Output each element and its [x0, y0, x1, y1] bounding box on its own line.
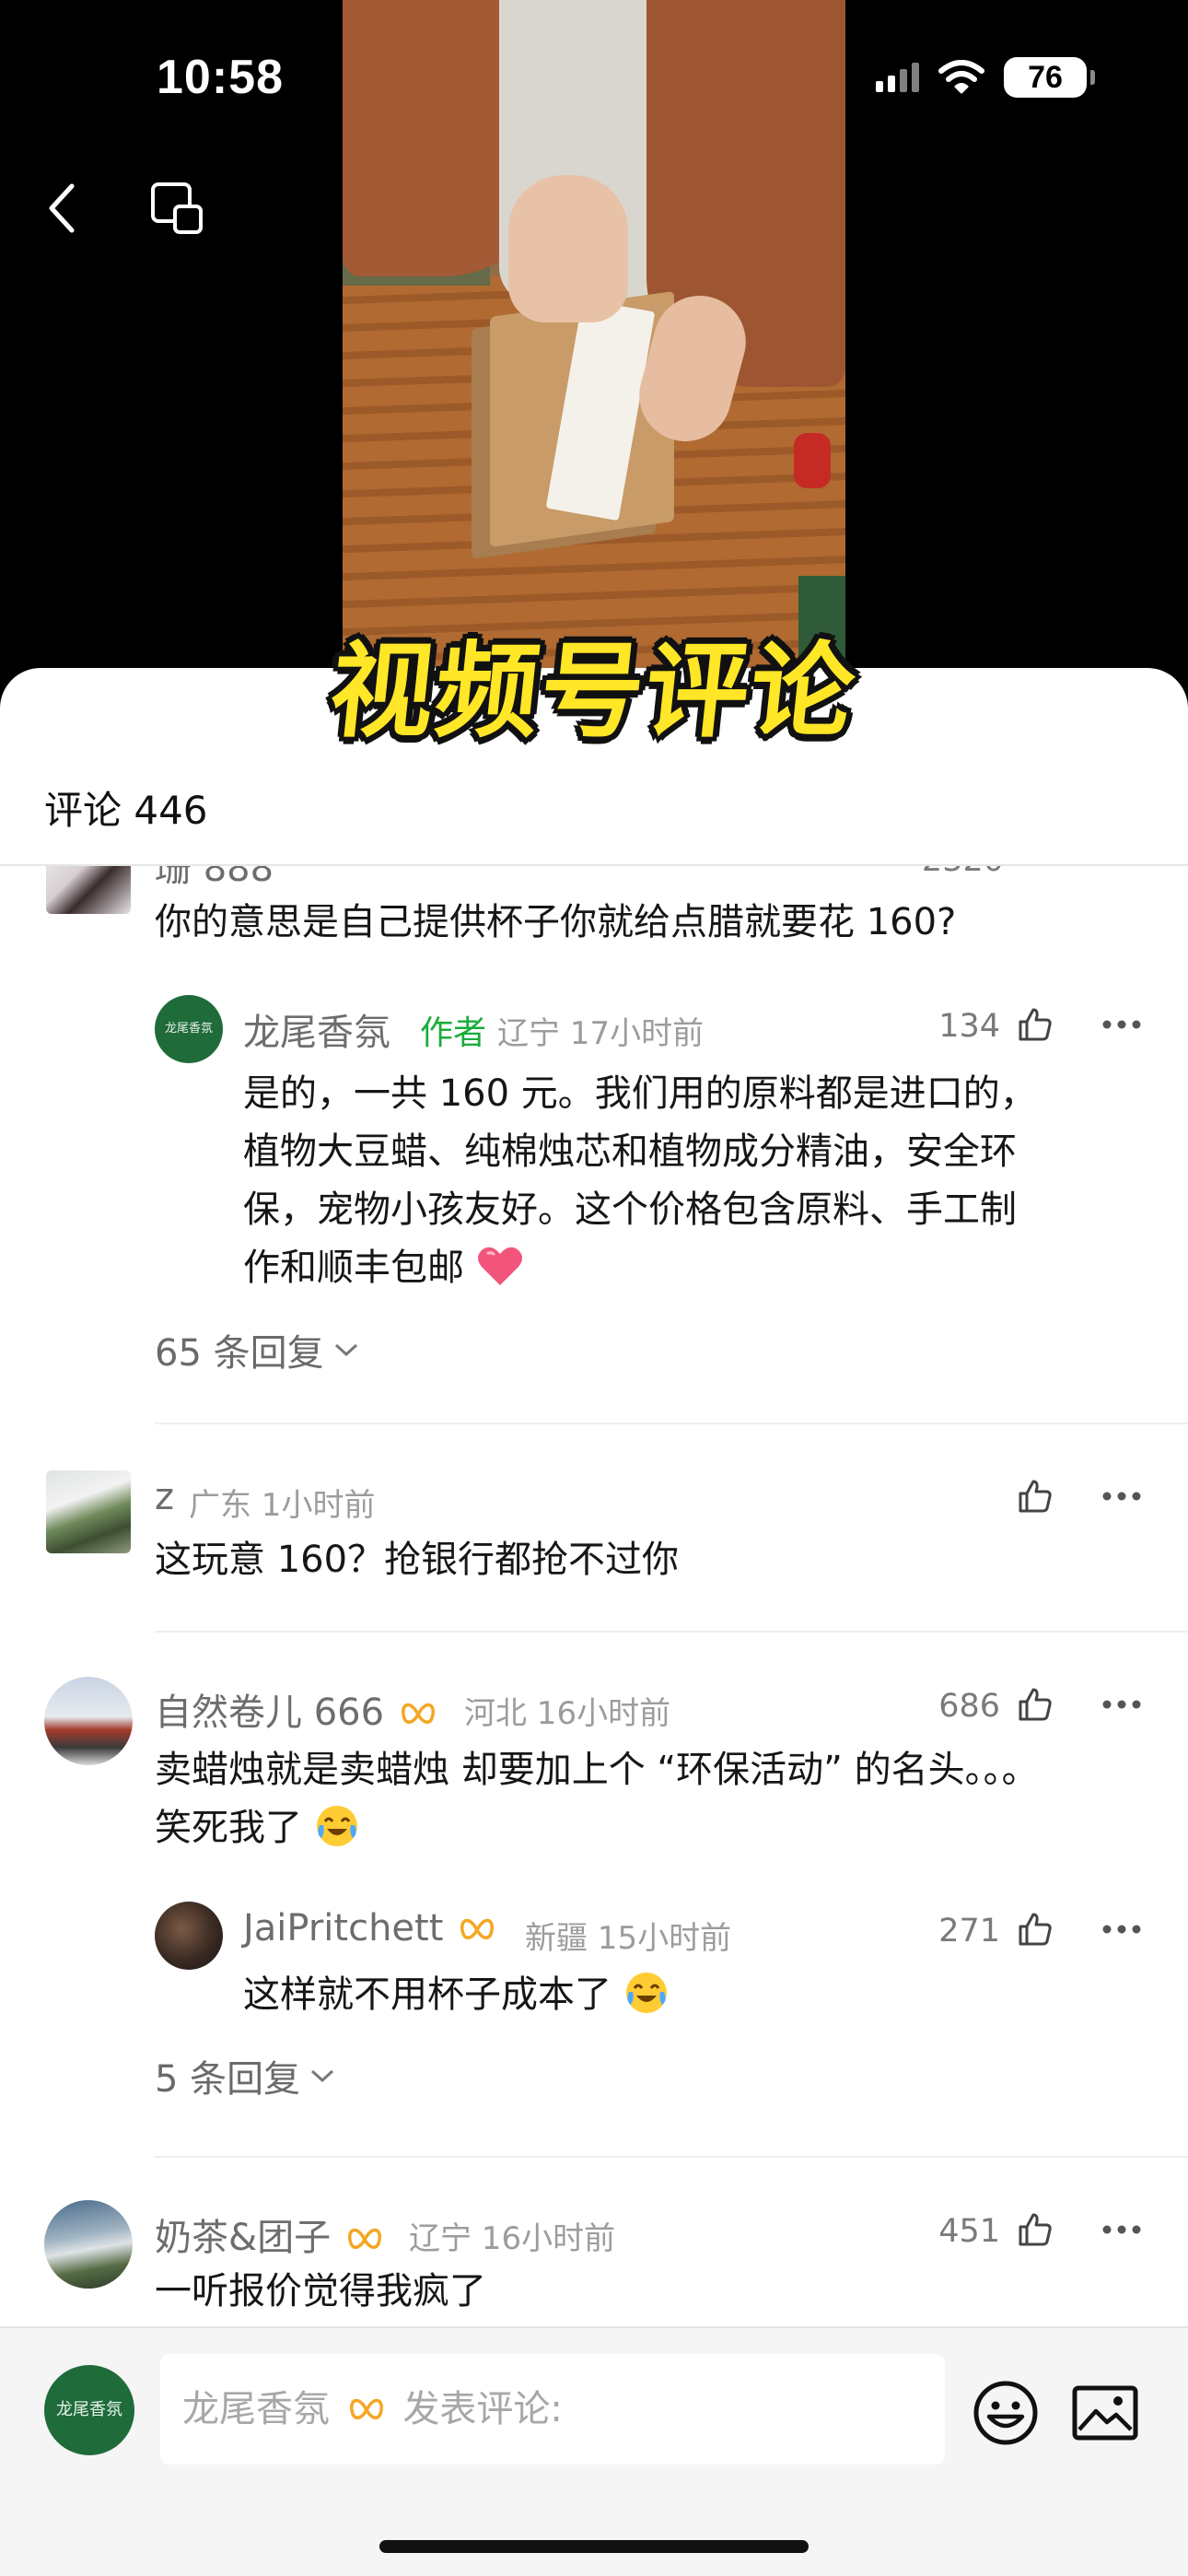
- comment-text-line: 笑死我了: [155, 1799, 360, 1857]
- comment-text: 你的意思是自己提供杯子你就给点腊就要花 160?: [155, 901, 957, 943]
- floating-window-icon[interactable]: [149, 181, 204, 236]
- thumb-up-icon[interactable]: [1017, 2211, 1054, 2248]
- comment-meta: 辽宁 17小时前: [497, 1015, 705, 1052]
- commenter-name-text: 奶茶&团子: [155, 2217, 332, 2259]
- comment-text: 一听报价觉得我疯了: [155, 2270, 486, 2313]
- avatar[interactable]: [44, 2200, 133, 2289]
- like-count: 2320: [893, 866, 1004, 879]
- thumb-up-icon[interactable]: [1017, 1478, 1054, 1515]
- comment-text-line: 植物大豆蜡、纯棉烛芯和植物成分精油，安全环: [243, 1130, 1017, 1173]
- comment-meta: 广东 1小时前: [189, 1487, 376, 1524]
- comment-input-placeholder: 发表评论:: [402, 2388, 563, 2430]
- comment-meta: 辽宁 16小时前: [409, 2220, 616, 2257]
- comment-text-line: 作和顺丰包邮: [243, 1239, 524, 1297]
- commenter-name[interactable]: 奶茶&团子: [155, 2207, 387, 2261]
- more-options-icon[interactable]: [1101, 1019, 1142, 1030]
- comment-text-fragment: 笑死我了: [155, 1807, 302, 1849]
- comment-text-fragment: 作和顺丰包邮: [243, 1247, 464, 1289]
- status-icons: 76: [876, 57, 1095, 98]
- verified-badge-icon: [347, 2228, 381, 2249]
- commenter-name[interactable]: 龙尾香氛: [243, 1002, 390, 1056]
- heart-emoji-icon: [477, 1247, 522, 1285]
- comment-text-line: 是的，一共 160 元。我们用的原料都是进口的，: [243, 1072, 1037, 1115]
- thumb-up-icon[interactable]: [1017, 1686, 1054, 1723]
- avatar[interactable]: [44, 1677, 133, 1765]
- comment-count: 评论 446: [44, 788, 208, 833]
- composer-identity-name: 龙尾香氛: [182, 2388, 330, 2430]
- comment-list[interactable]: 珊 888 2320 你的意思是自己提供杯子你就给点腊就要花 160? 龙尾香氛…: [0, 866, 1188, 2326]
- author-badge: 作者: [420, 1014, 487, 1052]
- more-options-icon[interactable]: [1101, 2224, 1142, 2235]
- commenter-name[interactable]: z: [155, 1476, 174, 1518]
- comment-input[interactable]: 龙尾香氛 发表评论:: [160, 2354, 945, 2465]
- avatar[interactable]: [46, 866, 131, 914]
- expand-replies-button[interactable]: 5 条回复: [155, 2049, 335, 2102]
- commenter-name[interactable]: 自然卷儿 666: [155, 1682, 440, 1736]
- commenter-name-text: 自然卷儿 666: [155, 1692, 385, 1734]
- comment-meta: 新疆 15小时前: [525, 1920, 732, 1957]
- commenter-name-text: JaiPritchett: [243, 1907, 444, 1950]
- comment-composer-bar: 龙尾香氛 龙尾香氛 发表评论:: [0, 2326, 1188, 2576]
- thumb-up-icon[interactable]: [1017, 1911, 1054, 1948]
- comment-text-line: 保，宠物小孩友好。这个价格包含原料、手工制: [243, 1188, 1017, 1231]
- replies-count: 65 条回复: [155, 1332, 324, 1375]
- like-count: 686: [938, 1688, 1000, 1725]
- comment-text-line: 这样就不用杯子成本了: [243, 1966, 670, 2024]
- chevron-down-icon: [311, 2069, 334, 2083]
- verified-badge-icon: [401, 1703, 435, 1724]
- commenter-name[interactable]: 珊 888: [155, 866, 274, 892]
- more-options-icon[interactable]: [1101, 1699, 1142, 1710]
- like-count: 451: [938, 2213, 1000, 2250]
- laugh-cry-emoji-icon: [316, 1806, 357, 1846]
- verified-badge-icon: [349, 2398, 383, 2419]
- emoji-picker-icon[interactable]: [973, 2380, 1039, 2446]
- verified-badge-icon: [460, 1918, 495, 1939]
- laugh-cry-emoji-icon: [625, 1973, 667, 2013]
- back-icon[interactable]: [44, 181, 81, 236]
- replies-count: 5 条回复: [155, 2058, 301, 2101]
- image-picker-icon[interactable]: [1072, 2385, 1138, 2441]
- thumb-up-icon[interactable]: [1017, 1006, 1054, 1043]
- divider: [155, 1631, 1188, 1633]
- divider: [155, 2156, 1188, 2158]
- battery-indicator: 76: [1004, 57, 1095, 98]
- more-options-icon[interactable]: [1101, 1924, 1142, 1935]
- comment-meta: 河北 16小时前: [464, 1695, 671, 1732]
- comment-text-fragment: 这样就不用杯子成本了: [243, 1973, 611, 2016]
- like-count: 271: [938, 1913, 1000, 1950]
- home-indicator[interactable]: [379, 2540, 809, 2553]
- status-time: 10:58: [157, 51, 284, 104]
- avatar[interactable]: [155, 1902, 223, 1970]
- comment-text-line: 卖蜡烛就是卖蜡烛 却要加上个 “环保活动” 的名头。。。: [155, 1749, 1039, 1791]
- cellular-signal-icon: [876, 63, 919, 92]
- chevron-down-icon: [334, 1343, 357, 1357]
- wifi-icon: [938, 60, 984, 94]
- my-avatar[interactable]: 龙尾香氛: [44, 2365, 134, 2455]
- comment-text: 这玩意 160？抢银行都抢不过你: [155, 1539, 680, 1581]
- expand-replies-button[interactable]: 65 条回复: [155, 1323, 359, 1376]
- like-count: 134: [938, 1008, 1000, 1045]
- more-options-icon[interactable]: [1101, 1491, 1142, 1502]
- avatar[interactable]: [46, 1470, 131, 1553]
- video-banner-text: 视频号评论: [324, 632, 862, 752]
- avatar[interactable]: 龙尾香氛: [155, 995, 223, 1063]
- commenter-name[interactable]: JaiPritchett: [243, 1907, 499, 1950]
- divider: [155, 1423, 1188, 1424]
